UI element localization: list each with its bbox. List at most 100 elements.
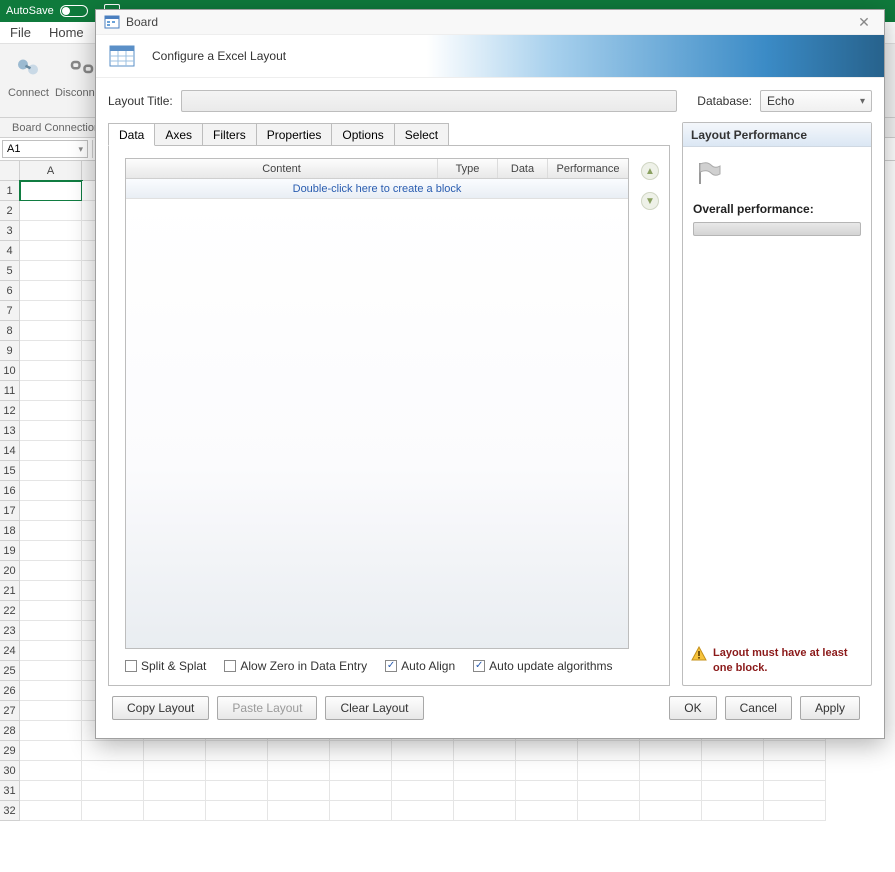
row-header[interactable]: 26 — [0, 681, 20, 701]
col-performance[interactable]: Performance — [548, 159, 628, 178]
cell[interactable] — [578, 761, 640, 781]
row-header[interactable]: 7 — [0, 301, 20, 321]
row-header[interactable]: 4 — [0, 241, 20, 261]
cell[interactable] — [20, 801, 82, 821]
cell[interactable] — [764, 801, 826, 821]
row-header[interactable]: 1 — [0, 181, 20, 201]
select-all-corner[interactable] — [0, 161, 20, 181]
cell[interactable] — [20, 721, 82, 741]
cell[interactable] — [516, 781, 578, 801]
row-header[interactable]: 17 — [0, 501, 20, 521]
cell[interactable] — [20, 341, 82, 361]
row-header[interactable]: 28 — [0, 721, 20, 741]
cell[interactable] — [20, 701, 82, 721]
cell[interactable] — [20, 621, 82, 641]
cell[interactable] — [82, 741, 144, 761]
apply-button[interactable]: Apply — [800, 696, 860, 720]
cell[interactable] — [20, 181, 82, 201]
cell[interactable] — [702, 781, 764, 801]
tab-file[interactable]: File — [10, 25, 31, 40]
close-icon[interactable]: ✕ — [852, 14, 876, 31]
ok-button[interactable]: OK — [669, 696, 716, 720]
cell[interactable] — [20, 461, 82, 481]
cell[interactable] — [144, 741, 206, 761]
cell[interactable] — [516, 741, 578, 761]
row-header[interactable]: 24 — [0, 641, 20, 661]
row-header[interactable]: 23 — [0, 621, 20, 641]
cell[interactable] — [764, 741, 826, 761]
row-header[interactable]: 32 — [0, 801, 20, 821]
auto-update-checkbox[interactable]: Auto update algorithms — [473, 659, 612, 673]
cell[interactable] — [20, 281, 82, 301]
cell[interactable] — [206, 781, 268, 801]
cell[interactable] — [640, 741, 702, 761]
autosave-toggle[interactable] — [60, 5, 88, 17]
cell[interactable] — [20, 641, 82, 661]
cell[interactable] — [82, 761, 144, 781]
cell[interactable] — [454, 781, 516, 801]
cell[interactable] — [392, 761, 454, 781]
cell[interactable] — [268, 761, 330, 781]
clear-layout-button[interactable]: Clear Layout — [325, 696, 423, 720]
row-header[interactable]: 13 — [0, 421, 20, 441]
cell[interactable] — [454, 761, 516, 781]
cell[interactable] — [20, 781, 82, 801]
chevron-down-icon[interactable]: ▾ — [78, 144, 83, 155]
row-header[interactable]: 11 — [0, 381, 20, 401]
name-box[interactable]: A1 ▾ — [2, 140, 88, 158]
cell[interactable] — [330, 781, 392, 801]
tab-home[interactable]: Home — [49, 25, 84, 40]
row-header[interactable]: 2 — [0, 201, 20, 221]
cell[interactable] — [640, 761, 702, 781]
cell[interactable] — [268, 781, 330, 801]
cell[interactable] — [20, 381, 82, 401]
cell[interactable] — [144, 801, 206, 821]
cell[interactable] — [20, 421, 82, 441]
cell[interactable] — [764, 781, 826, 801]
row-header[interactable]: 25 — [0, 661, 20, 681]
connect-button[interactable]: Connect — [8, 48, 49, 113]
cell[interactable] — [330, 801, 392, 821]
tab-data[interactable]: Data — [108, 123, 155, 146]
cell[interactable] — [454, 741, 516, 761]
create-block-row[interactable]: Double-click here to create a block — [126, 179, 628, 199]
copy-layout-button[interactable]: Copy Layout — [112, 696, 209, 720]
row-header[interactable]: 18 — [0, 521, 20, 541]
cell[interactable] — [20, 241, 82, 261]
tab-options[interactable]: Options — [331, 123, 394, 146]
table-body-empty[interactable] — [126, 199, 628, 648]
cell[interactable] — [702, 801, 764, 821]
cell[interactable] — [454, 801, 516, 821]
allow-zero-checkbox[interactable]: Alow Zero in Data Entry — [224, 659, 367, 673]
cell[interactable] — [20, 501, 82, 521]
cell[interactable] — [516, 761, 578, 781]
cell[interactable] — [144, 761, 206, 781]
cell[interactable] — [516, 801, 578, 821]
row-header[interactable]: 5 — [0, 261, 20, 281]
row-header[interactable]: 27 — [0, 701, 20, 721]
cell[interactable] — [392, 781, 454, 801]
row-header[interactable]: 22 — [0, 601, 20, 621]
cell[interactable] — [82, 781, 144, 801]
tab-select[interactable]: Select — [394, 123, 449, 146]
cell[interactable] — [20, 521, 82, 541]
cell[interactable] — [20, 761, 82, 781]
cell[interactable] — [640, 781, 702, 801]
cell[interactable] — [20, 321, 82, 341]
row-header[interactable]: 29 — [0, 741, 20, 761]
cell[interactable] — [206, 801, 268, 821]
row-header[interactable]: 20 — [0, 561, 20, 581]
row-header[interactable]: 16 — [0, 481, 20, 501]
cell[interactable] — [20, 601, 82, 621]
row-header[interactable]: 10 — [0, 361, 20, 381]
cell[interactable] — [20, 361, 82, 381]
cell[interactable] — [640, 801, 702, 821]
move-up-button[interactable]: ▲ — [641, 162, 659, 180]
col-data[interactable]: Data — [498, 159, 548, 178]
cell[interactable] — [20, 221, 82, 241]
cell[interactable] — [392, 741, 454, 761]
cell[interactable] — [330, 761, 392, 781]
row-header[interactable]: 19 — [0, 541, 20, 561]
col-header-a[interactable]: A — [20, 161, 82, 181]
cell[interactable] — [330, 741, 392, 761]
